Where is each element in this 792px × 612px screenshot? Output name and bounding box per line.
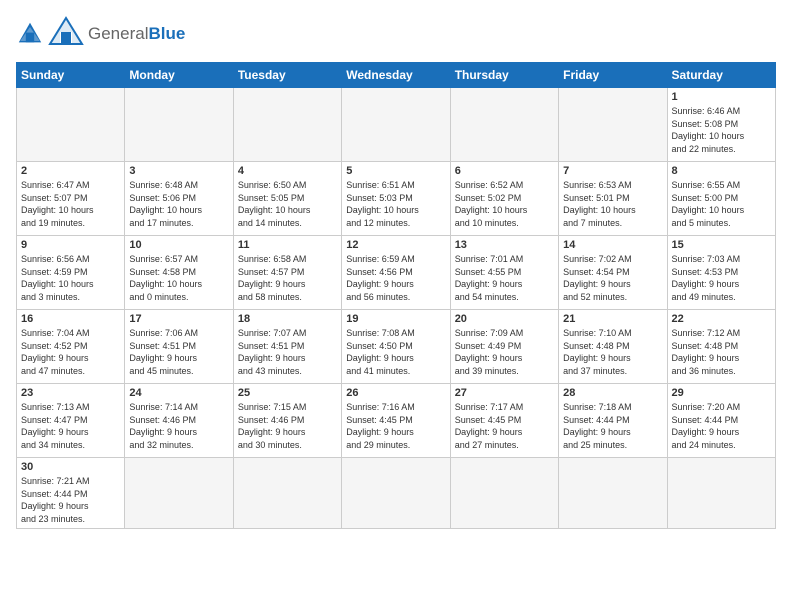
calendar-cell: 1Sunrise: 6:46 AMSunset: 5:08 PMDaylight…	[667, 88, 775, 162]
calendar-cell	[342, 88, 450, 162]
calendar-cell	[559, 458, 667, 529]
calendar-cell: 10Sunrise: 6:57 AMSunset: 4:58 PMDayligh…	[125, 236, 233, 310]
calendar-cell: 26Sunrise: 7:16 AMSunset: 4:45 PMDayligh…	[342, 384, 450, 458]
calendar-cell	[559, 88, 667, 162]
calendar-cell: 3Sunrise: 6:48 AMSunset: 5:06 PMDaylight…	[125, 162, 233, 236]
col-wednesday: Wednesday	[342, 63, 450, 88]
calendar-cell: 7Sunrise: 6:53 AMSunset: 5:01 PMDaylight…	[559, 162, 667, 236]
col-tuesday: Tuesday	[233, 63, 341, 88]
calendar-cell: 18Sunrise: 7:07 AMSunset: 4:51 PMDayligh…	[233, 310, 341, 384]
calendar-cell: 11Sunrise: 6:58 AMSunset: 4:57 PMDayligh…	[233, 236, 341, 310]
calendar-cell: 9Sunrise: 6:56 AMSunset: 4:59 PMDaylight…	[17, 236, 125, 310]
col-saturday: Saturday	[667, 63, 775, 88]
calendar-cell	[233, 88, 341, 162]
calendar-cell	[667, 458, 775, 529]
calendar-cell: 15Sunrise: 7:03 AMSunset: 4:53 PMDayligh…	[667, 236, 775, 310]
calendar-cell: 21Sunrise: 7:10 AMSunset: 4:48 PMDayligh…	[559, 310, 667, 384]
calendar-cell	[342, 458, 450, 529]
calendar-cell: 4Sunrise: 6:50 AMSunset: 5:05 PMDaylight…	[233, 162, 341, 236]
calendar-table: Sunday Monday Tuesday Wednesday Thursday…	[16, 62, 776, 529]
calendar-cell: 24Sunrise: 7:14 AMSunset: 4:46 PMDayligh…	[125, 384, 233, 458]
calendar-cell	[233, 458, 341, 529]
calendar-header: Sunday Monday Tuesday Wednesday Thursday…	[17, 63, 776, 88]
logo-graphic	[48, 16, 84, 52]
calendar-cell: 23Sunrise: 7:13 AMSunset: 4:47 PMDayligh…	[17, 384, 125, 458]
calendar-page: GeneralBlue Sunday Monday Tuesday Wednes…	[0, 0, 792, 539]
calendar-cell: 17Sunrise: 7:06 AMSunset: 4:51 PMDayligh…	[125, 310, 233, 384]
calendar-cell: 16Sunrise: 7:04 AMSunset: 4:52 PMDayligh…	[17, 310, 125, 384]
calendar-cell	[125, 88, 233, 162]
calendar-cell: 25Sunrise: 7:15 AMSunset: 4:46 PMDayligh…	[233, 384, 341, 458]
calendar-cell: 12Sunrise: 6:59 AMSunset: 4:56 PMDayligh…	[342, 236, 450, 310]
calendar-cell: 13Sunrise: 7:01 AMSunset: 4:55 PMDayligh…	[450, 236, 558, 310]
calendar-cell: 6Sunrise: 6:52 AMSunset: 5:02 PMDaylight…	[450, 162, 558, 236]
calendar-cell: 14Sunrise: 7:02 AMSunset: 4:54 PMDayligh…	[559, 236, 667, 310]
calendar-cell: 8Sunrise: 6:55 AMSunset: 5:00 PMDaylight…	[667, 162, 775, 236]
logo-icon	[16, 20, 44, 48]
calendar-cell	[450, 88, 558, 162]
col-friday: Friday	[559, 63, 667, 88]
calendar-cell: 19Sunrise: 7:08 AMSunset: 4:50 PMDayligh…	[342, 310, 450, 384]
calendar-cell: 30Sunrise: 7:21 AMSunset: 4:44 PMDayligh…	[17, 458, 125, 529]
logo: GeneralBlue	[16, 16, 185, 52]
calendar-body: 1Sunrise: 6:46 AMSunset: 5:08 PMDaylight…	[17, 88, 776, 529]
calendar-cell: 28Sunrise: 7:18 AMSunset: 4:44 PMDayligh…	[559, 384, 667, 458]
calendar-cell: 29Sunrise: 7:20 AMSunset: 4:44 PMDayligh…	[667, 384, 775, 458]
header: GeneralBlue	[16, 16, 776, 52]
col-monday: Monday	[125, 63, 233, 88]
col-sunday: Sunday	[17, 63, 125, 88]
calendar-cell: 20Sunrise: 7:09 AMSunset: 4:49 PMDayligh…	[450, 310, 558, 384]
calendar-cell	[450, 458, 558, 529]
calendar-cell	[125, 458, 233, 529]
calendar-cell: 22Sunrise: 7:12 AMSunset: 4:48 PMDayligh…	[667, 310, 775, 384]
calendar-cell: 27Sunrise: 7:17 AMSunset: 4:45 PMDayligh…	[450, 384, 558, 458]
col-thursday: Thursday	[450, 63, 558, 88]
calendar-cell: 2Sunrise: 6:47 AMSunset: 5:07 PMDaylight…	[17, 162, 125, 236]
calendar-cell: 5Sunrise: 6:51 AMSunset: 5:03 PMDaylight…	[342, 162, 450, 236]
calendar-cell	[17, 88, 125, 162]
logo-text: GeneralBlue	[88, 24, 185, 44]
